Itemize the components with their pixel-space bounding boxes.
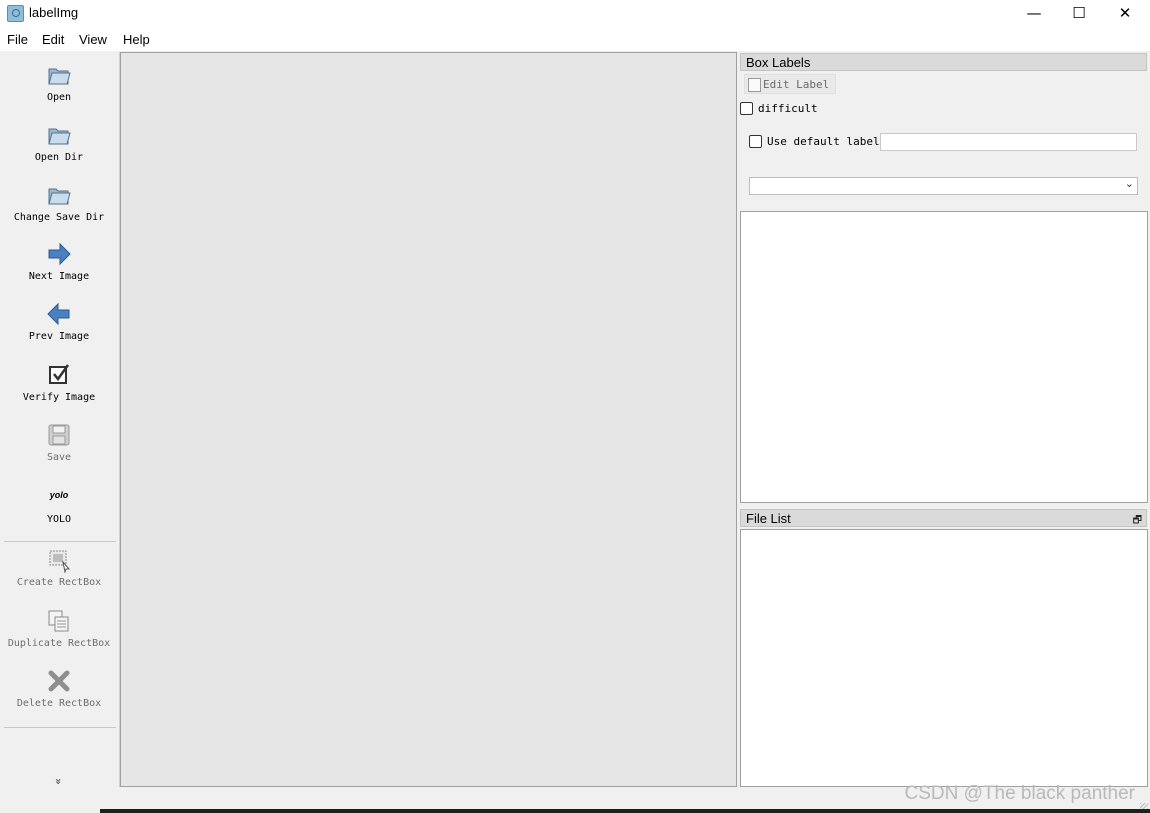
open-label: Open — [46, 92, 72, 103]
label-list[interactable] — [740, 211, 1148, 503]
duplicate-icon — [48, 610, 69, 632]
labelimg-app-icon — [7, 5, 24, 22]
menu-bar: File Edit View Help — [0, 26, 1150, 51]
yolo-format-button[interactable]: yolo YOLO — [0, 484, 118, 525]
prev-image-label: Prev Image — [28, 331, 90, 342]
use-default-label-checkbox[interactable] — [749, 135, 762, 148]
open-dir-label: Open Dir — [34, 152, 84, 163]
box-labels-header: Box Labels — [740, 53, 1147, 71]
minimize-button[interactable]: — — [1011, 0, 1057, 26]
maximize-button[interactable]: ☐ — [1056, 0, 1102, 26]
toolbar-separator — [4, 727, 116, 728]
create-rectbox-button[interactable]: Create RectBox — [0, 547, 118, 588]
file-list-title: File List — [746, 511, 791, 526]
open-button[interactable]: Open — [0, 62, 118, 103]
verify-image-label: Verify Image — [22, 392, 96, 403]
close-button[interactable]: ✕ — [1102, 0, 1148, 26]
file-list[interactable] — [740, 529, 1148, 787]
float-dock-icon[interactable]: 🗗 — [1133, 512, 1142, 530]
menu-edit[interactable]: Edit — [42, 32, 64, 47]
folder-open-icon — [48, 68, 71, 85]
folder-open-icon — [48, 188, 71, 205]
floppy-disk-icon — [48, 424, 70, 446]
menu-file[interactable]: File — [7, 32, 28, 47]
duplicate-rectbox-button[interactable]: Duplicate RectBox — [0, 608, 118, 649]
open-dir-button[interactable]: Open Dir — [0, 122, 118, 163]
toolbar-extension-chevron-icon[interactable]: » — [52, 778, 65, 785]
file-list-header: File List 🗗 — [740, 509, 1147, 527]
delete-rectbox-label: Delete RectBox — [16, 698, 102, 709]
menu-help[interactable]: Help — [123, 32, 150, 47]
arrow-right-icon — [48, 242, 71, 266]
tool-bar: Open Open Dir Change Save Dir Next Image… — [0, 52, 120, 787]
image-canvas[interactable] — [120, 52, 737, 787]
checkbox-icon — [49, 364, 70, 384]
verify-image-button[interactable]: Verify Image — [0, 362, 118, 403]
next-image-button[interactable]: Next Image — [0, 241, 118, 282]
edit-label-text: Edit Label — [763, 78, 830, 91]
edit-pencil-icon — [748, 78, 761, 92]
change-save-dir-label: Change Save Dir — [13, 212, 105, 223]
arrow-left-icon — [47, 302, 70, 326]
delete-cross-icon — [48, 670, 70, 692]
save-button[interactable]: Save — [0, 422, 118, 463]
title-bar: labelImg — ☐ ✕ — [0, 0, 1150, 26]
folder-open-icon — [48, 128, 71, 145]
save-label: Save — [46, 452, 72, 463]
menu-view[interactable]: View — [79, 32, 107, 47]
duplicate-rectbox-label: Duplicate RectBox — [7, 638, 111, 649]
delete-rectbox-button[interactable]: Delete RectBox — [0, 668, 118, 709]
toolbar-separator — [4, 541, 116, 542]
prev-image-button[interactable]: Prev Image — [0, 301, 118, 342]
create-rect-icon — [49, 550, 71, 573]
taskbar-edge — [100, 809, 1150, 813]
watermark: CSDN @The black panther — [904, 783, 1136, 804]
window-title: labelImg — [29, 5, 79, 20]
next-image-label: Next Image — [28, 271, 90, 282]
difficult-checkbox[interactable] — [740, 102, 753, 115]
edit-label-button[interactable]: Edit Label — [744, 74, 836, 94]
change-save-dir-button[interactable]: Change Save Dir — [0, 182, 118, 223]
chevron-down-icon: ⌄ — [1124, 177, 1134, 190]
difficult-label: difficult — [758, 102, 818, 115]
default-label-input[interactable] — [880, 133, 1137, 151]
yolo-icon: yolo — [49, 490, 69, 500]
yolo-label: YOLO — [46, 514, 72, 525]
create-rectbox-label: Create RectBox — [16, 577, 102, 588]
label-combo-box[interactable]: ⌄ — [749, 177, 1138, 195]
use-default-label-label: Use default label — [767, 135, 880, 148]
